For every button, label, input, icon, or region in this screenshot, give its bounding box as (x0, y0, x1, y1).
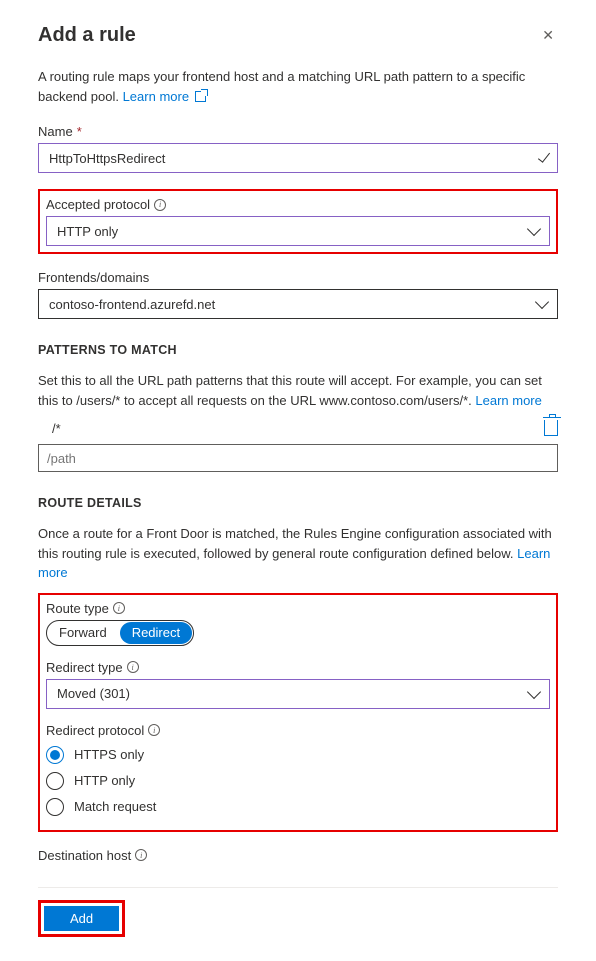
chevron-down-icon (527, 684, 541, 698)
patterns-desc: Set this to all the URL path patterns th… (38, 371, 558, 410)
route-details-section-title: ROUTE DETAILS (38, 496, 558, 510)
redirect-protocol-match[interactable]: Match request (46, 798, 550, 816)
accepted-protocol-highlight: Accepted protocol i HTTP only (38, 189, 558, 254)
intro-text: A routing rule maps your frontend host a… (38, 67, 558, 106)
add-button[interactable]: Add (44, 906, 119, 931)
add-button-highlight: Add (38, 900, 125, 937)
accepted-protocol-label: Accepted protocol (46, 197, 150, 212)
redirect-type-label: Redirect type (46, 660, 123, 675)
radio-icon (46, 772, 64, 790)
redirect-protocol-http[interactable]: HTTP only (46, 772, 550, 790)
trash-icon[interactable] (544, 420, 558, 436)
footer-divider (38, 887, 558, 888)
name-input[interactable]: HttpToHttpsRedirect (38, 143, 558, 173)
learn-more-link[interactable]: Learn more (123, 89, 206, 104)
frontends-dropdown[interactable]: contoso-frontend.azurefd.net (38, 289, 558, 319)
close-icon[interactable]: ✕ (538, 24, 558, 46)
name-label: Name (38, 124, 73, 139)
redirect-protocol-label: Redirect protocol (46, 723, 144, 738)
info-icon[interactable]: i (113, 602, 125, 614)
route-type-label: Route type (46, 601, 109, 616)
route-type-forward[interactable]: Forward (47, 621, 119, 645)
pattern-item: /* (38, 421, 534, 436)
chevron-down-icon (535, 295, 549, 309)
pattern-input[interactable] (38, 444, 558, 472)
info-icon[interactable]: i (154, 199, 166, 211)
learn-more-link[interactable]: Learn more (475, 393, 541, 408)
chevron-down-icon (527, 222, 541, 236)
patterns-section-title: PATTERNS TO MATCH (38, 343, 558, 357)
radio-icon (46, 798, 64, 816)
info-icon[interactable]: i (127, 661, 139, 673)
route-details-desc: Once a route for a Front Door is matched… (38, 524, 558, 583)
frontends-label: Frontends/domains (38, 270, 149, 285)
redirect-type-dropdown[interactable]: Moved (301) (46, 679, 550, 709)
external-link-icon (195, 91, 206, 102)
accepted-protocol-dropdown[interactable]: HTTP only (46, 216, 550, 246)
redirect-protocol-https[interactable]: HTTPS only (46, 746, 550, 764)
check-icon (538, 150, 550, 163)
radio-icon (46, 746, 64, 764)
route-config-highlight: Route type i Forward Redirect Redirect t… (38, 593, 558, 832)
route-type-toggle[interactable]: Forward Redirect (46, 620, 194, 646)
info-icon[interactable]: i (148, 724, 160, 736)
required-indicator: * (77, 124, 82, 139)
destination-host-label: Destination host (38, 848, 131, 863)
route-type-redirect[interactable]: Redirect (120, 622, 192, 644)
info-icon[interactable]: i (135, 849, 147, 861)
panel-title: Add a rule (38, 24, 136, 47)
